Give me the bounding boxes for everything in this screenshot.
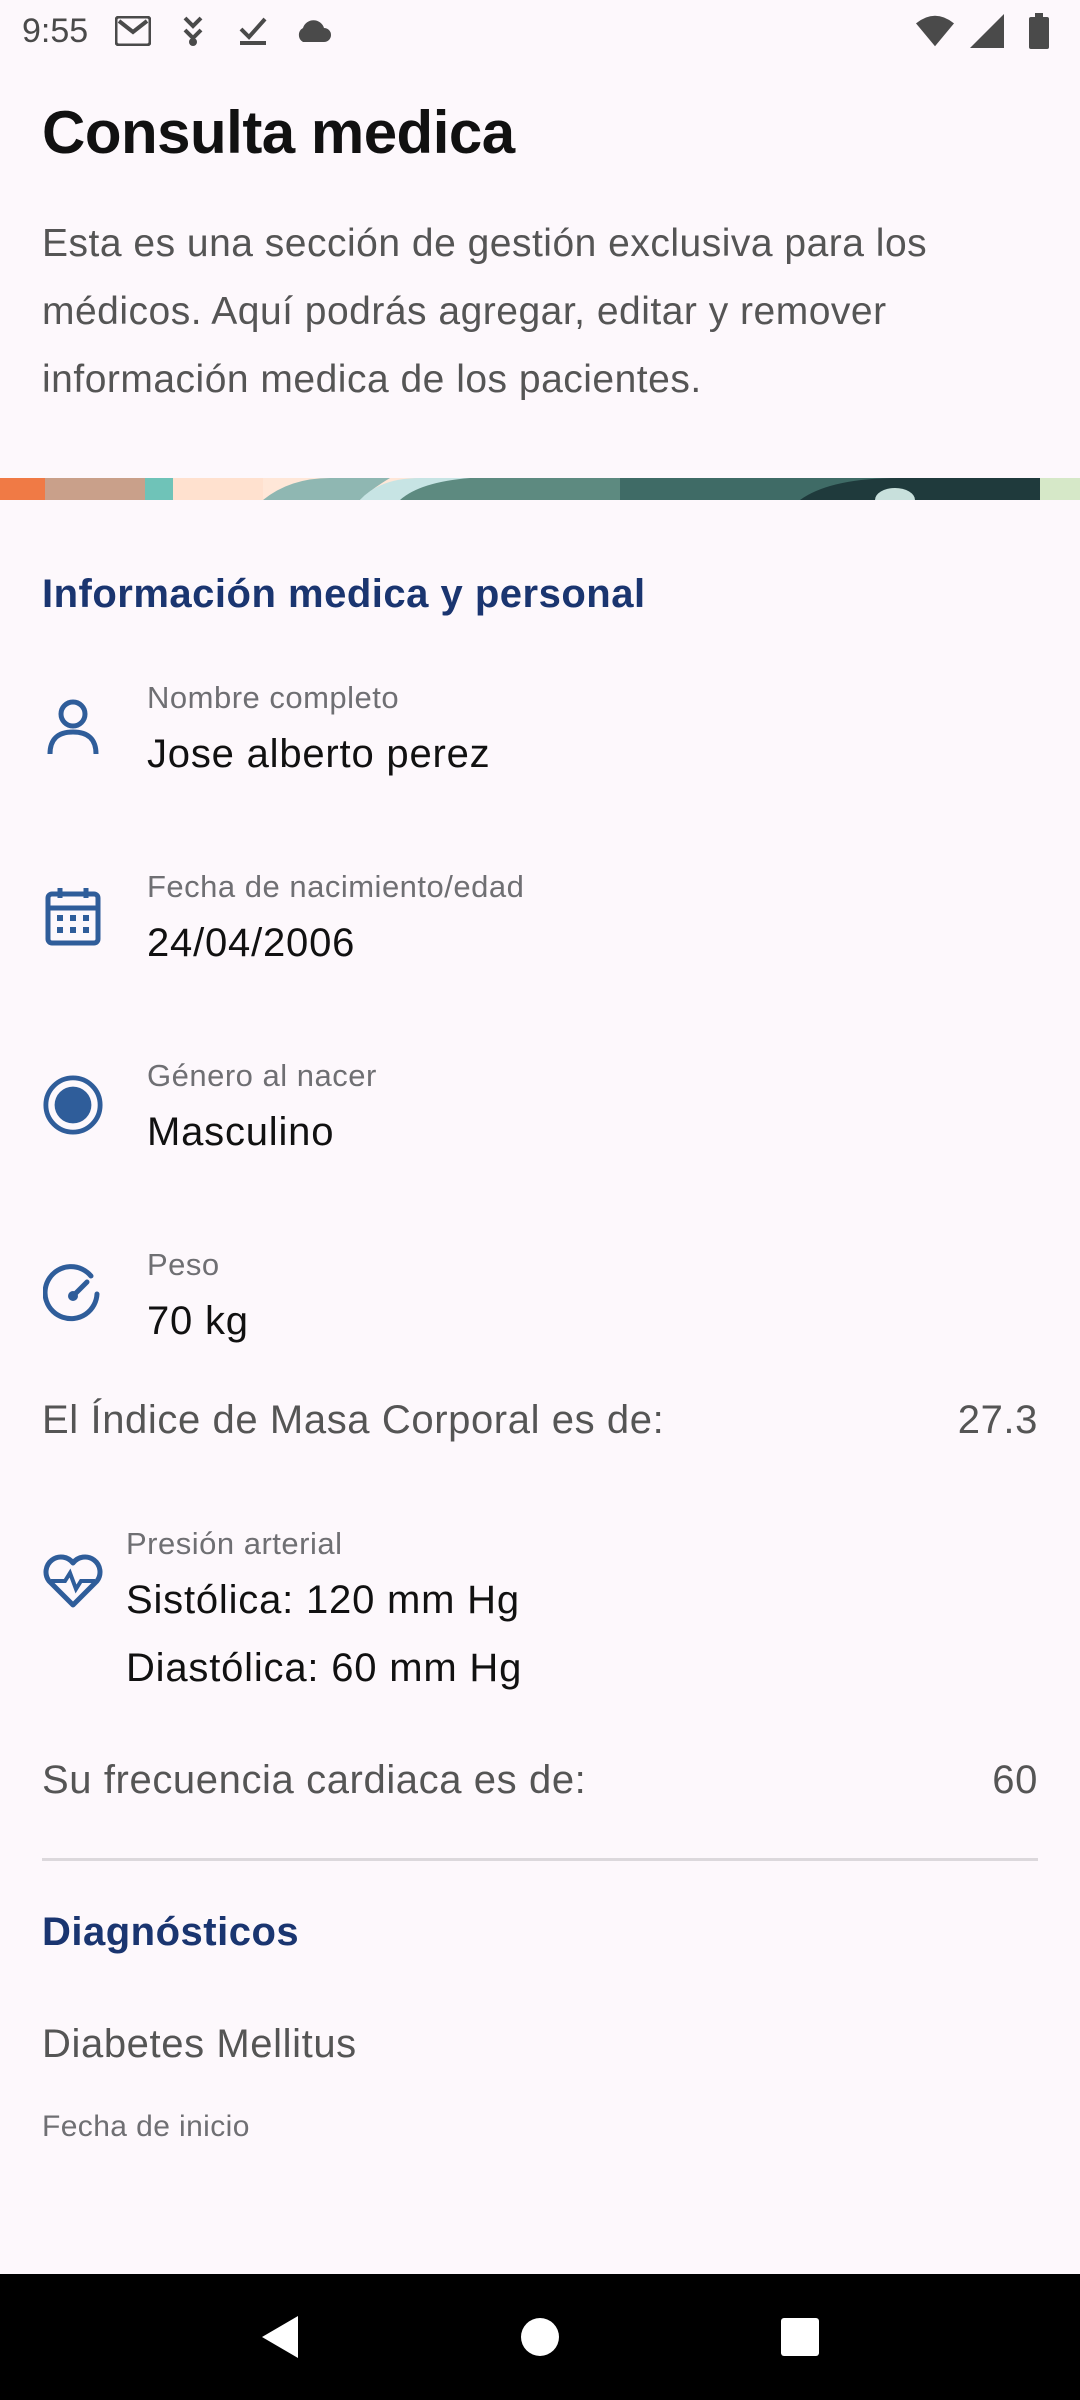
info-row-gender[interactable]: Género al nacer Masculino — [0, 1058, 1080, 1198]
weight-label: Peso — [147, 1247, 220, 1282]
gauge-icon — [42, 1263, 104, 1325]
bmi-row: El Índice de Masa Corporal es de: 27.3 — [42, 1398, 1038, 1443]
diagnosis-start-date-label: Fecha de inicio — [42, 2110, 250, 2143]
heart-pulse-icon — [42, 1550, 104, 1612]
wifi-icon — [916, 12, 954, 50]
person-icon — [42, 696, 104, 758]
page-title: Consulta medica — [42, 99, 515, 166]
birthdate-label: Fecha de nacimiento/edad — [147, 869, 525, 904]
radio-selected-icon — [42, 1074, 104, 1136]
system-icons — [916, 12, 1058, 50]
name-value: Jose alberto perez — [147, 732, 491, 776]
notification-icons — [114, 12, 332, 50]
diastolic-value: Diastólica: 60 mm Hg — [126, 1646, 523, 1690]
name-label: Nombre completo — [147, 680, 400, 715]
heart-rate-label: Su frecuencia cardiaca es de: — [42, 1758, 587, 1802]
back-icon[interactable] — [250, 2307, 310, 2367]
cloud-icon — [294, 12, 332, 50]
heart-rate-row: Su frecuencia cardiaca es de: 60 — [42, 1758, 1038, 1803]
blood-pressure-block[interactable]: Presión arterial Sistólica: 120 mm Hg Di… — [0, 1522, 1080, 1702]
heart-rate-value: 60 — [992, 1758, 1038, 1802]
diagnosis-name[interactable]: Diabetes Mellitus — [42, 2022, 357, 2067]
gmail-icon — [114, 12, 152, 50]
home-icon[interactable] — [510, 2307, 570, 2367]
info-row-weight[interactable]: Peso 70 kg — [0, 1247, 1080, 1387]
section-divider — [42, 1858, 1038, 1861]
status-bar: 9:55 — [0, 0, 1080, 62]
cell-signal-icon — [968, 12, 1006, 50]
status-time: 9:55 — [22, 11, 89, 50]
bmi-label: El Índice de Masa Corporal es de: — [42, 1398, 665, 1442]
blood-pressure-label: Presión arterial — [126, 1526, 343, 1561]
battery-icon — [1020, 12, 1058, 50]
birthdate-value: 24/04/2006 — [147, 921, 356, 965]
info-row-name[interactable]: Nombre completo Jose alberto perez — [0, 680, 1080, 820]
task-done-icon — [234, 12, 272, 50]
gender-value: Masculino — [147, 1110, 335, 1154]
weight-value: 70 kg — [147, 1299, 249, 1343]
download-icon — [174, 12, 212, 50]
section-title-diagnosis: Diagnósticos — [42, 1910, 300, 1954]
section-title-personal: Información medica y personal — [42, 572, 646, 616]
recents-icon[interactable] — [770, 2307, 830, 2367]
page-description: Esta es una sección de gestión exclusiva… — [42, 222, 928, 401]
systolic-value: Sistólica: 120 mm Hg — [126, 1578, 520, 1622]
decorative-banner — [0, 478, 1080, 500]
bmi-value: 27.3 — [957, 1398, 1038, 1442]
calendar-icon — [42, 885, 104, 947]
gender-label: Género al nacer — [147, 1058, 377, 1093]
system-nav-bar — [0, 2274, 1080, 2400]
info-row-birthdate[interactable]: Fecha de nacimiento/edad 24/04/2006 — [0, 869, 1080, 1009]
